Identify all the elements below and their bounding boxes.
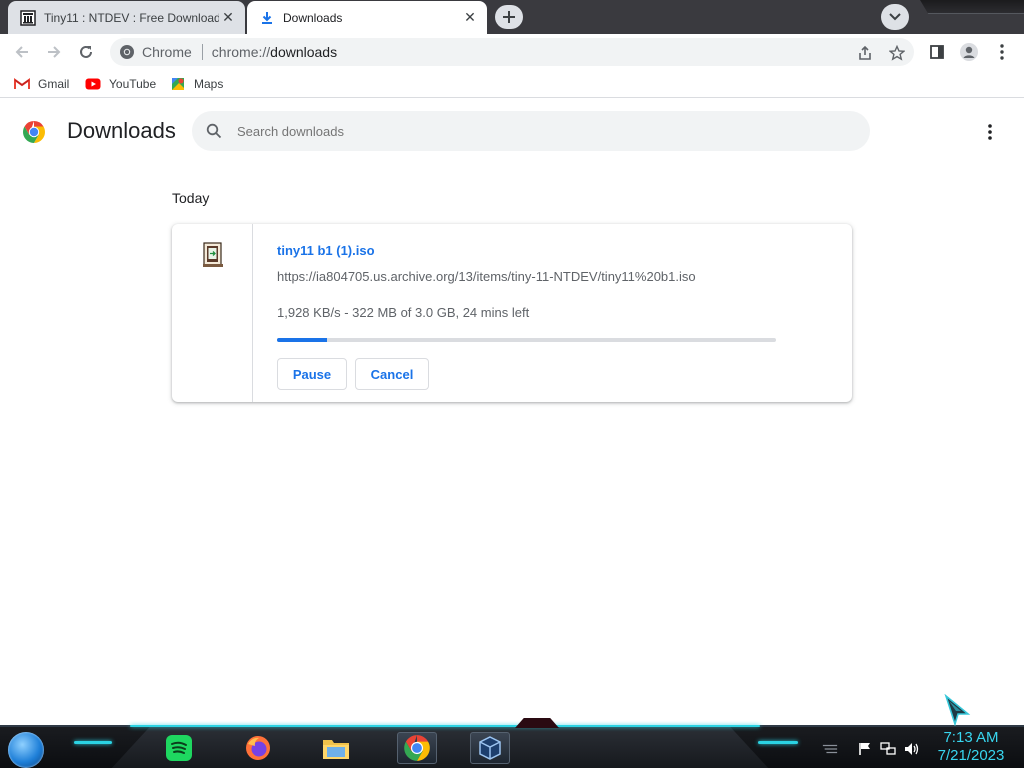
chrome-taskbar-button[interactable] — [397, 732, 437, 764]
page-title: Downloads — [67, 118, 176, 143]
plus-icon — [503, 11, 515, 23]
bookmarks-bar: Gmail YouTube Maps — [0, 70, 1024, 98]
chrome-icon — [404, 735, 430, 761]
show-hidden-icons[interactable] — [822, 741, 838, 757]
clock-time: 7:13 AM — [943, 729, 999, 746]
flag-icon[interactable] — [857, 741, 873, 757]
file-icon-column — [172, 224, 253, 402]
chevron-down-icon — [889, 13, 901, 21]
avatar-icon — [960, 43, 978, 61]
taskbar-glow — [74, 741, 112, 744]
divider — [201, 44, 203, 60]
date-header: Today — [172, 190, 210, 206]
bookmark-label: YouTube — [109, 77, 157, 91]
site-label: Chrome — [142, 44, 192, 60]
url-scheme: chrome:// — [211, 44, 271, 60]
download-icon — [259, 10, 275, 26]
clock-date: 7/21/2023 — [937, 747, 1005, 764]
url-host: downloads — [270, 44, 338, 60]
chrome-menu-button[interactable] — [988, 38, 1016, 66]
cancel-button[interactable]: Cancel — [355, 358, 429, 390]
tab-search-button[interactable] — [881, 4, 909, 30]
volume-icon[interactable] — [904, 741, 920, 757]
youtube-icon — [85, 76, 101, 92]
more-actions-button[interactable] — [978, 120, 1002, 144]
taskbar: 7:13 AM 7/21/2023 — [0, 725, 1024, 768]
spotify-icon[interactable] — [163, 732, 195, 764]
tab-title: Tiny11 : NTDEV : Free Download, Borrow — [44, 10, 219, 25]
iso-file-icon — [203, 242, 223, 267]
virtualbox-icon[interactable] — [470, 732, 510, 764]
bookmark-label: Gmail — [38, 77, 70, 91]
side-panel-icon — [930, 45, 944, 59]
progress-fill — [277, 338, 327, 342]
chrome-icon — [120, 45, 134, 59]
new-tab-button[interactable] — [495, 5, 523, 29]
download-status: 1,928 KB/s - 322 MB of 3.0 GB, 24 mins l… — [277, 305, 530, 320]
bookmark-youtube[interactable]: YouTube — [85, 76, 156, 92]
gmail-icon — [14, 76, 30, 92]
more-vert-icon — [988, 124, 992, 140]
taskbar-glow — [130, 725, 760, 727]
archive-icon — [20, 9, 36, 26]
maps-icon — [170, 76, 186, 92]
start-button[interactable] — [8, 732, 44, 768]
window-frame-decoration — [920, 0, 1024, 14]
close-icon[interactable]: ✕ — [461, 9, 479, 27]
firefox-icon[interactable] — [242, 732, 274, 764]
downloads-page: Downloads Today tiny11 b1 (1).iso https:… — [0, 103, 1024, 725]
download-item: tiny11 b1 (1).iso https://ia804705.us.ar… — [172, 224, 852, 402]
toolbar: Chrome chrome://downloads — [0, 34, 1024, 70]
more-vert-icon — [1000, 44, 1004, 60]
taskbar-decoration — [110, 727, 770, 768]
arrow-right-icon — [48, 46, 61, 58]
arrow-left-icon — [15, 46, 28, 58]
search-icon — [204, 121, 224, 141]
file-explorer-icon[interactable] — [320, 732, 352, 764]
tab-tiny11[interactable]: Tiny11 : NTDEV : Free Download, Borrow ✕ — [8, 1, 245, 34]
address-bar[interactable]: Chrome chrome://downloads — [110, 38, 914, 66]
bookmark-gmail[interactable]: Gmail — [14, 76, 69, 92]
side-panel-button[interactable] — [923, 38, 951, 66]
bookmark-maps[interactable]: Maps — [170, 76, 223, 92]
reload-button[interactable] — [72, 38, 100, 66]
progress-bar — [277, 338, 776, 342]
page-header: Downloads — [0, 103, 1024, 161]
close-icon[interactable]: ✕ — [219, 9, 237, 27]
tab-downloads[interactable]: Downloads ✕ — [247, 1, 487, 34]
network-icon[interactable] — [880, 741, 896, 757]
source-url[interactable]: https://ia804705.us.archive.org/13/items… — [277, 269, 696, 284]
share-icon[interactable] — [856, 44, 874, 62]
back-button[interactable] — [8, 38, 36, 66]
tab-title: Downloads — [283, 10, 343, 25]
bookmark-label: Maps — [194, 77, 224, 91]
site-info-button[interactable]: Chrome — [119, 44, 192, 60]
pause-button[interactable]: Pause — [277, 358, 347, 390]
search-bar[interactable] — [192, 111, 870, 151]
system-clock[interactable]: 7:13 AM 7/21/2023 — [930, 729, 1012, 765]
forward-button[interactable] — [40, 38, 68, 66]
chrome-logo-icon — [23, 121, 45, 143]
profile-button[interactable] — [955, 38, 983, 66]
taskbar-glow — [758, 741, 798, 744]
bookmark-star-icon[interactable] — [888, 44, 906, 62]
tab-strip: Tiny11 : NTDEV : Free Download, Borrow ✕… — [0, 0, 1024, 34]
search-input[interactable] — [237, 123, 837, 139]
reload-icon — [80, 45, 92, 58]
file-name-link[interactable]: tiny11 b1 (1).iso — [277, 243, 375, 258]
mouse-cursor-icon — [944, 694, 971, 726]
